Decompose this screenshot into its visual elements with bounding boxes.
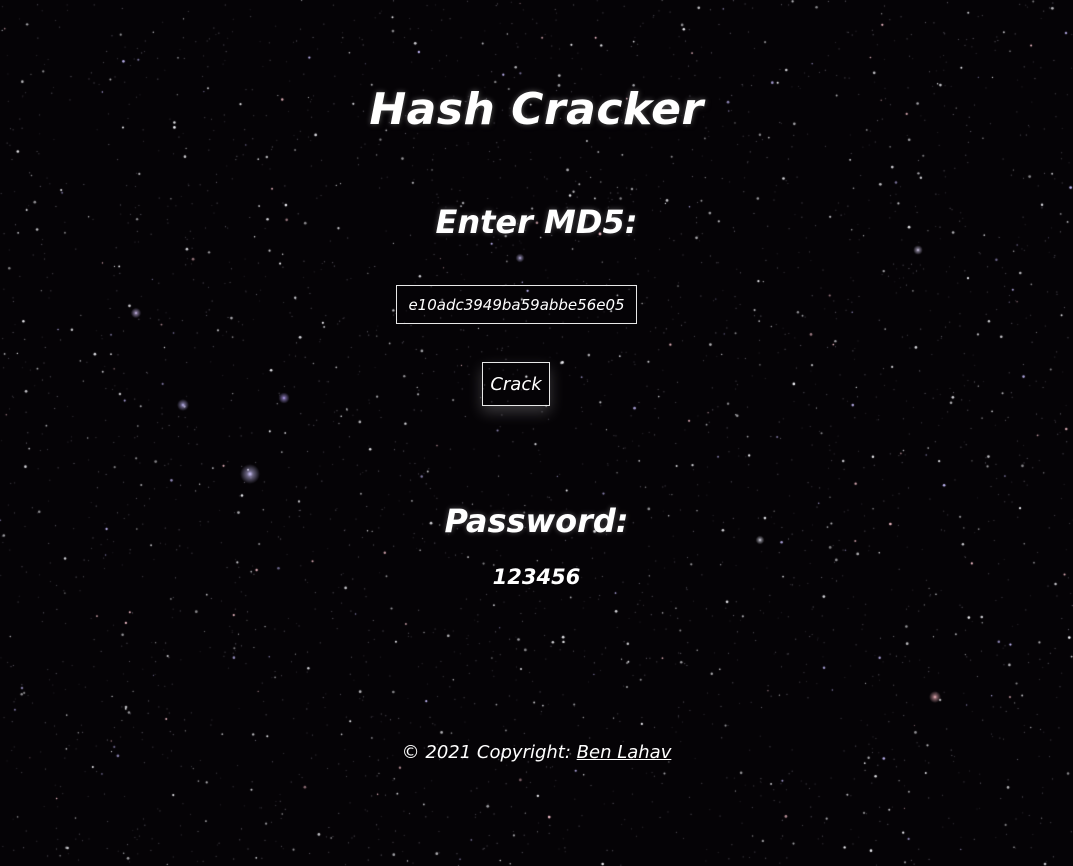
footer: © 2021 Copyright: Ben Lahav xyxy=(0,742,1073,763)
page: Hash Cracker Enter MD5: Crack Password: … xyxy=(0,0,1073,866)
page-title: Hash Cracker xyxy=(369,84,704,135)
crack-button[interactable]: Crack xyxy=(482,362,550,406)
author-link[interactable]: Ben Lahav xyxy=(577,742,672,763)
hash-input-heading: Enter MD5: xyxy=(435,203,638,241)
password-result: 123456 xyxy=(492,565,581,589)
hash-input[interactable] xyxy=(396,285,637,324)
copyright-text: © 2021 Copyright: xyxy=(401,742,577,763)
password-heading: Password: xyxy=(444,502,629,540)
